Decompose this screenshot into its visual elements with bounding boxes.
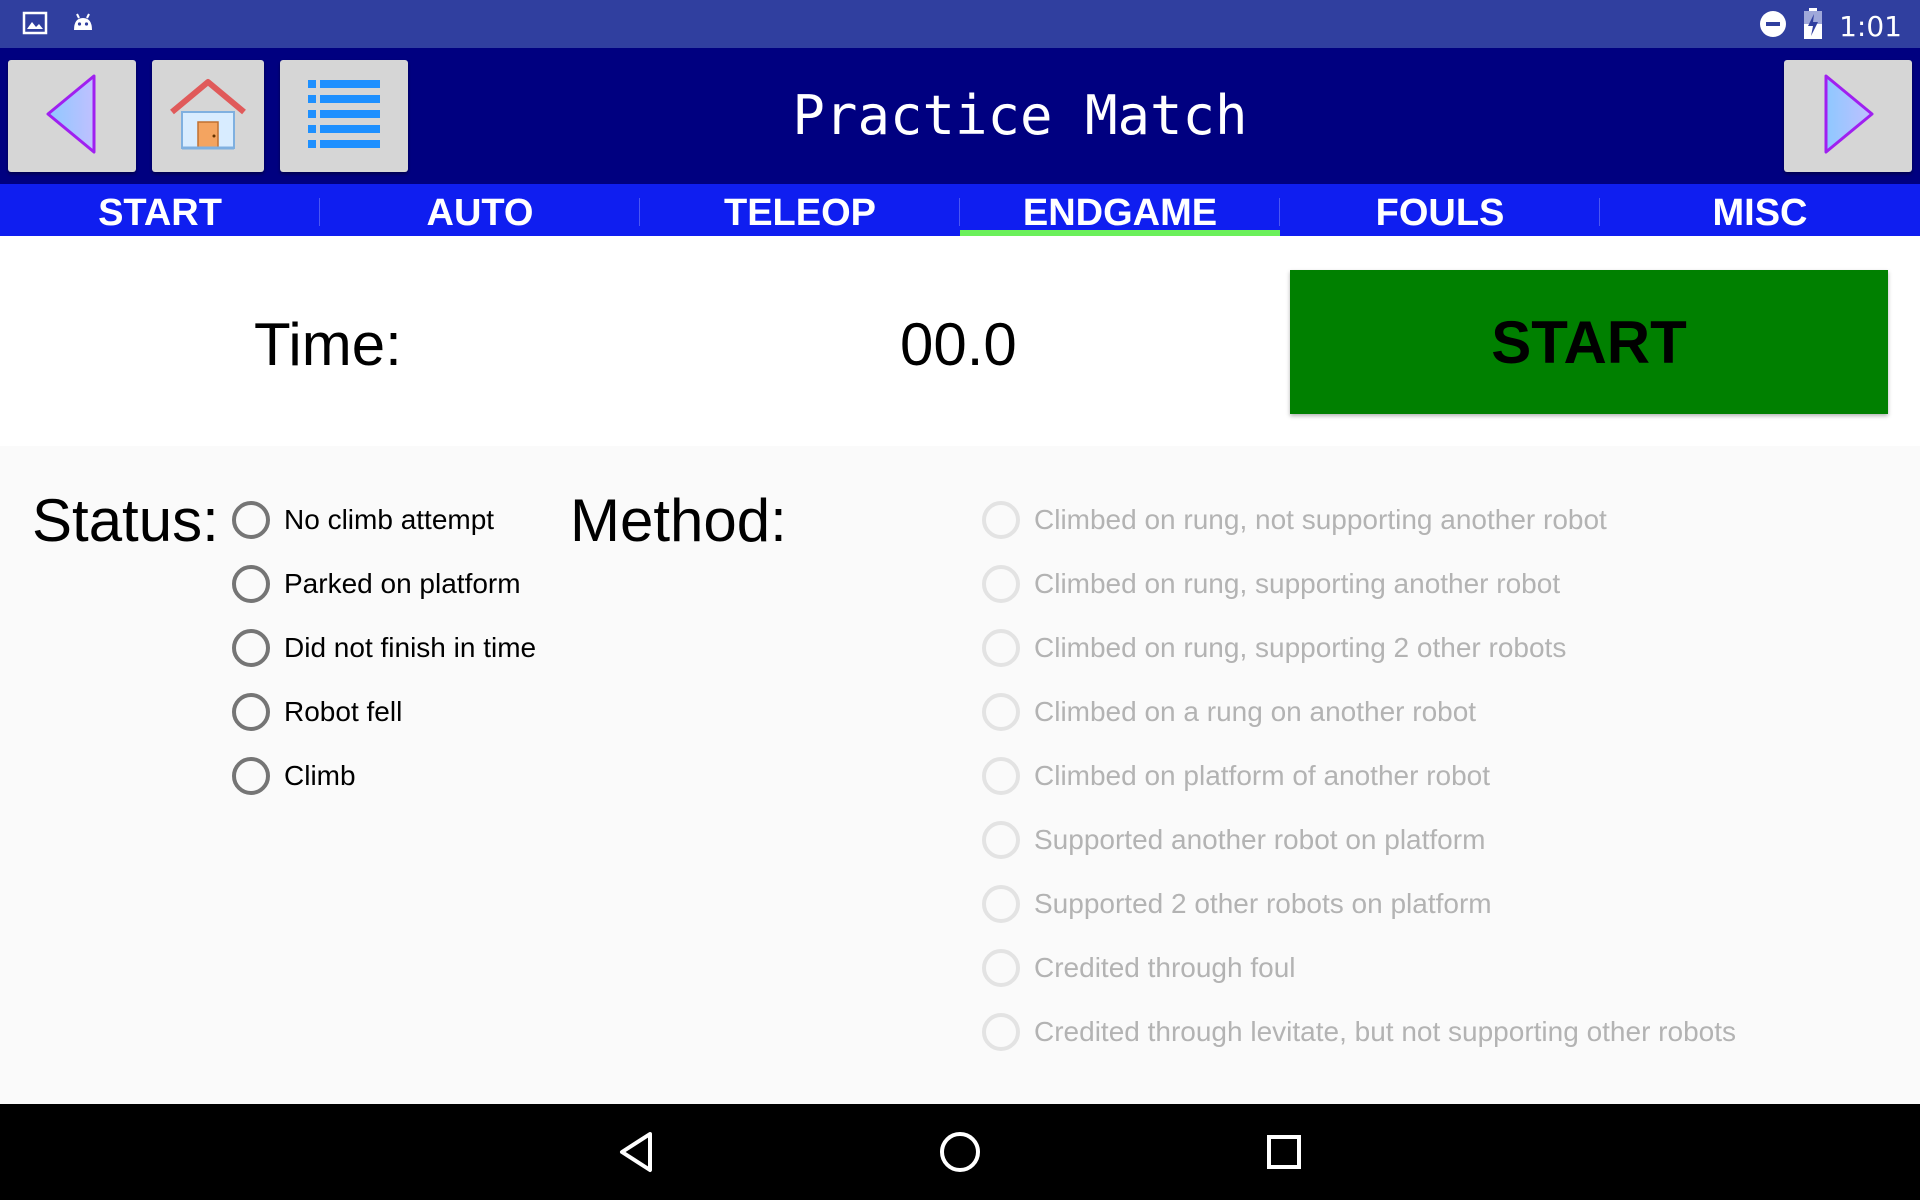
- recents-icon[interactable]: [1256, 1124, 1312, 1180]
- method-option: Supported another robot on platform: [982, 810, 1485, 870]
- method-option: Climbed on rung, not supporting another …: [982, 490, 1607, 550]
- home-circle-icon[interactable]: [932, 1124, 988, 1180]
- method-option: Climbed on platform of another robot: [982, 746, 1490, 806]
- radio-button: [982, 1013, 1020, 1051]
- radio-button[interactable]: [232, 693, 270, 731]
- tab-misc[interactable]: MISC: [1600, 184, 1920, 236]
- radio-button: [982, 885, 1020, 923]
- radio-button: [982, 501, 1020, 539]
- time-value: 00.0: [900, 311, 1017, 378]
- back-icon[interactable]: [608, 1124, 664, 1180]
- status-option-climb[interactable]: Climb: [232, 746, 356, 806]
- method-option: Supported 2 other robots on platform: [982, 874, 1492, 934]
- method-option: Climbed on rung, supporting another robo…: [982, 554, 1560, 614]
- method-label: Method:: [570, 487, 787, 554]
- toolbar: Practice Match: [0, 48, 1920, 184]
- forward-button[interactable]: [1784, 60, 1912, 172]
- gallery-icon: [22, 10, 48, 41]
- left-triangle-icon: [42, 72, 102, 161]
- radio-button: [982, 693, 1020, 731]
- method-option: Climbed on rung, supporting 2 other robo…: [982, 618, 1566, 678]
- page-title: Practice Match: [792, 84, 1248, 147]
- status-bar: 1:01: [0, 0, 1920, 48]
- method-option: Climbed on a rung on another robot: [982, 682, 1476, 742]
- do-not-disturb-icon: [1759, 10, 1787, 43]
- tab-teleop[interactable]: TELEOP: [640, 184, 960, 236]
- list-icon: [306, 76, 382, 157]
- status-option-robot-fell[interactable]: Robot fell: [232, 682, 402, 742]
- status-option-did-not-finish[interactable]: Did not finish in time: [232, 618, 536, 678]
- clock: 1:01: [1839, 10, 1902, 43]
- time-label: Time:: [254, 311, 402, 378]
- method-option: Credited through levitate, but not suppo…: [982, 1002, 1736, 1062]
- navigation-bar: [0, 1104, 1920, 1200]
- tab-endgame[interactable]: ENDGAME: [960, 184, 1280, 236]
- battery-charging-icon: [1803, 8, 1823, 45]
- timer-panel: Time: 00.0 START: [0, 236, 1920, 446]
- radio-button[interactable]: [232, 629, 270, 667]
- radio-button: [982, 629, 1020, 667]
- start-timer-button[interactable]: START: [1290, 270, 1888, 414]
- right-triangle-icon: [1818, 72, 1878, 161]
- radio-button[interactable]: [232, 565, 270, 603]
- radio-button: [982, 949, 1020, 987]
- status-option-parked[interactable]: Parked on platform: [232, 554, 521, 614]
- list-button[interactable]: [280, 60, 408, 172]
- status-option-no-climb[interactable]: No climb attempt: [232, 490, 494, 550]
- tab-bar: START AUTO TELEOP ENDGAME FOULS MISC: [0, 184, 1920, 236]
- radio-button: [982, 821, 1020, 859]
- tab-start[interactable]: START: [0, 184, 320, 236]
- radio-button: [982, 757, 1020, 795]
- home-button[interactable]: [152, 60, 264, 172]
- back-button[interactable]: [8, 60, 136, 172]
- tab-auto[interactable]: AUTO: [320, 184, 640, 236]
- status-label: Status:: [32, 487, 219, 554]
- home-icon: [168, 74, 248, 159]
- radio-button: [982, 565, 1020, 603]
- tab-fouls[interactable]: FOULS: [1280, 184, 1600, 236]
- method-option: Credited through foul: [982, 938, 1296, 998]
- radio-button[interactable]: [232, 757, 270, 795]
- radio-button[interactable]: [232, 501, 270, 539]
- android-icon: [70, 10, 96, 41]
